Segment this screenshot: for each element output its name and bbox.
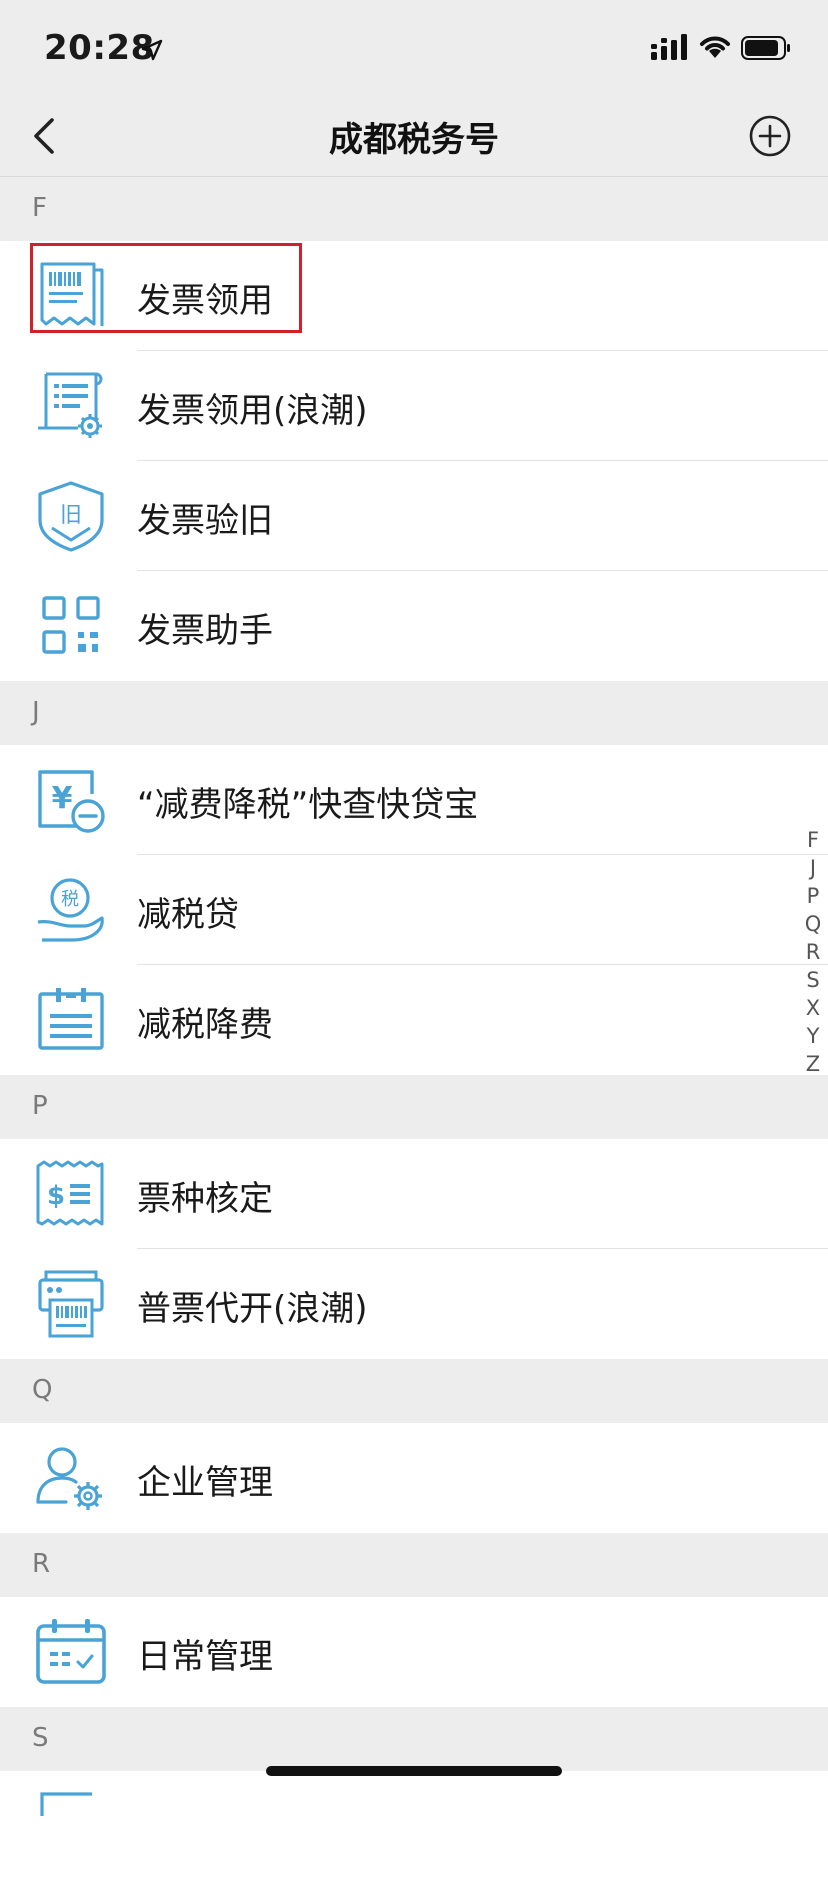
index-letter-z[interactable]: Z [800,1050,826,1078]
index-letter-p[interactable]: P [800,882,826,910]
dollar-receipt-icon: $ [36,1160,104,1226]
index-letter-r[interactable]: R [800,938,826,966]
list-item-pupiao-daikai[interactable]: 普票代开(浪潮) [0,1249,828,1359]
tax-coin-hand-icon: 税 [37,878,104,942]
list-item-fapiao-zhushou[interactable]: 发票助手 [0,571,828,681]
svg-text:旧: 旧 [60,503,82,528]
list-item-jianshui-jiangfei[interactable]: 减税降费 [0,965,828,1075]
index-letter-q[interactable]: Q [800,910,826,938]
section-header-r: R [0,1533,828,1597]
battery-icon [741,36,790,60]
page-title: 成都税务号 [329,120,499,160]
list-item-jianshuidai[interactable]: 税 减税贷 [0,855,828,965]
list-item-label: 减税降费 [137,1005,273,1045]
add-circle-icon[interactable] [746,112,794,160]
index-letter-y[interactable]: Y [800,1022,826,1050]
index-letter-s[interactable]: S [800,966,826,994]
section-header-s: S [0,1707,828,1771]
location-arrow-icon [141,39,163,61]
wifi-icon [700,36,730,58]
printer-icon [38,1270,104,1338]
index-letter-f[interactable]: F [800,826,826,854]
cellular-signal-icon [651,34,687,60]
user-gear-icon [36,1447,102,1510]
section-letter: Q [32,1375,53,1405]
selection-highlight [30,243,302,333]
index-letter-j[interactable]: J [800,854,826,882]
list-item-richang-guanli[interactable]: 日常管理 [0,1597,828,1707]
list-item-label: 发票领用(浪潮) [137,391,368,431]
service-list: F 发票领用 发票领用(浪潮) 旧 发票验旧 发票助手 J ¥ “减费降税”快查… [0,177,828,1881]
list-item-label: 企业管理 [137,1463,273,1503]
index-letter-x[interactable]: X [800,994,826,1022]
section-header-q: Q [0,1359,828,1423]
list-item-label: 票种核定 [137,1179,273,1219]
list-item-label: 减税贷 [137,895,239,935]
list-item-label: 日常管理 [137,1637,273,1677]
section-header-f: F [0,177,828,241]
list-item-label: 发票验旧 [137,501,273,541]
list-item-fapiao-lingyong-langchao[interactable]: 发票领用(浪潮) [0,351,828,461]
invoice-gear-icon [38,372,103,438]
list-item-label: 发票助手 [137,611,273,651]
yen-minus-icon: ¥ [38,770,105,833]
shield-old-icon: 旧 [38,481,104,552]
list-item-kuaicha-kuaidaibao[interactable]: ¥ “减费降税”快查快贷宝 [0,745,828,855]
status-bar: 20:28 [0,0,828,96]
alphabet-index-bar[interactable]: F J P Q R S X Y Z [800,826,826,1078]
document-icon [40,1792,92,1816]
calendar-check-icon [36,1619,106,1684]
section-letter: P [32,1091,48,1121]
section-letter: S [32,1723,49,1753]
list-item-fapiao-yanjiu[interactable]: 旧 发票验旧 [0,461,828,571]
section-header-j: J [0,681,828,745]
list-item-piaozhong-heding[interactable]: $ 票种核定 [0,1139,828,1249]
home-indicator[interactable] [266,1766,562,1776]
svg-text:税: 税 [61,889,79,910]
list-item-partial[interactable] [0,1771,828,1881]
list-item-label: 普票代开(浪潮) [137,1289,368,1329]
list-item-qiye-guanli[interactable]: 企业管理 [0,1423,828,1533]
svg-text:¥: ¥ [52,781,73,816]
section-letter: R [32,1549,51,1579]
svg-text:$: $ [47,1181,65,1211]
section-header-p: P [0,1075,828,1139]
status-time: 20:28 [44,28,155,68]
section-letter: F [32,193,47,223]
calendar-list-icon [38,988,104,1050]
section-letter: J [32,697,40,727]
list-item-label: “减费降税”快查快贷宝 [137,785,479,825]
qr-code-icon [42,596,100,654]
nav-bar: 成都税务号 [0,96,828,177]
